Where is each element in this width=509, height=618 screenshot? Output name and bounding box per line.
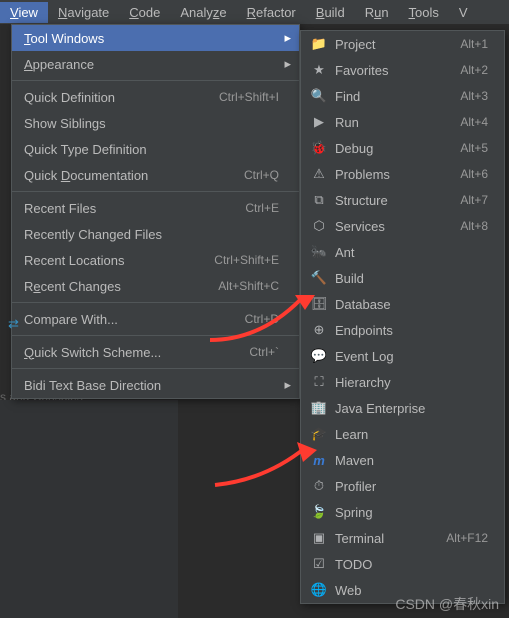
- separator: [12, 368, 299, 369]
- menu-analyze[interactable]: Analyze: [170, 2, 236, 23]
- ant-icon: 🐜: [311, 244, 327, 260]
- chevron-right-icon: ▸: [284, 56, 291, 72]
- menu-item-recent-changes[interactable]: Recent ChangesAlt+Shift+C: [12, 273, 299, 299]
- watermark: CSDN @春秋xin: [395, 594, 499, 614]
- hammer-icon: 🔨: [311, 270, 327, 286]
- menu-item-recently-changed[interactable]: Recently Changed Files: [12, 221, 299, 247]
- tw-structure[interactable]: ⧉StructureAlt+7: [301, 187, 504, 213]
- tool-windows-submenu: 📁ProjectAlt+1 ★FavoritesAlt+2 🔍FindAlt+3…: [300, 30, 505, 604]
- menu-item-tool-windows[interactable]: Tool Windows ▸: [12, 25, 299, 51]
- menu-item-compare-with[interactable]: Compare With...Ctrl+D: [12, 306, 299, 332]
- tw-hierarchy[interactable]: ⛶Hierarchy: [301, 369, 504, 395]
- folder-icon: 📁: [311, 36, 327, 52]
- todo-icon: ☑: [311, 556, 327, 572]
- menu-item-quick-definition[interactable]: Quick DefinitionCtrl+Shift+I: [12, 84, 299, 110]
- menu-v[interactable]: V: [449, 2, 478, 23]
- spring-icon: 🍃: [311, 504, 327, 520]
- menu-item-appearance[interactable]: Appearance ▸: [12, 51, 299, 77]
- compare-glyph-icon: ⇄: [8, 316, 19, 332]
- chat-icon: 💬: [311, 348, 327, 364]
- terminal-icon: ▣: [311, 530, 327, 546]
- menu-item-quick-switch[interactable]: Quick Switch Scheme...Ctrl+`: [12, 339, 299, 365]
- menu-build[interactable]: Build: [306, 2, 355, 23]
- menu-code[interactable]: Code: [119, 2, 170, 23]
- profiler-icon: ⏱: [311, 478, 327, 494]
- separator: [12, 335, 299, 336]
- menubar: View Navigate Code Analyze Refactor Buil…: [0, 0, 509, 24]
- menu-item-quick-type-def[interactable]: Quick Type Definition: [12, 136, 299, 162]
- tw-favorites[interactable]: ★FavoritesAlt+2: [301, 57, 504, 83]
- star-icon: ★: [311, 62, 327, 78]
- menu-tools[interactable]: Tools: [399, 2, 449, 23]
- tw-todo[interactable]: ☑TODO: [301, 551, 504, 577]
- menu-run[interactable]: Run: [355, 2, 399, 23]
- warning-icon: ⚠: [311, 166, 327, 182]
- separator: [12, 191, 299, 192]
- tw-terminal[interactable]: ▣TerminalAlt+F12: [301, 525, 504, 551]
- tw-maven[interactable]: mMaven: [301, 447, 504, 473]
- background-pane: [0, 400, 178, 618]
- learn-icon: 🎓: [311, 426, 327, 442]
- separator: [12, 302, 299, 303]
- tw-database[interactable]: 🗄Database: [301, 291, 504, 317]
- search-icon: 🔍: [311, 88, 327, 104]
- tw-eventlog[interactable]: 💬Event Log: [301, 343, 504, 369]
- menu-item-show-siblings[interactable]: Show Siblings: [12, 110, 299, 136]
- tw-spring[interactable]: 🍃Spring: [301, 499, 504, 525]
- tw-find[interactable]: 🔍FindAlt+3: [301, 83, 504, 109]
- maven-icon: m: [311, 452, 327, 468]
- chevron-right-icon: ▸: [284, 377, 291, 393]
- services-icon: ⬡: [311, 218, 327, 234]
- tw-endpoints[interactable]: ⊕Endpoints: [301, 317, 504, 343]
- endpoints-icon: ⊕: [311, 322, 327, 338]
- tw-build[interactable]: 🔨Build: [301, 265, 504, 291]
- play-icon: ▶: [311, 114, 327, 130]
- tw-ant[interactable]: 🐜Ant: [301, 239, 504, 265]
- menu-refactor[interactable]: Refactor: [237, 2, 306, 23]
- tw-run[interactable]: ▶RunAlt+4: [301, 109, 504, 135]
- enterprise-icon: 🏢: [311, 400, 327, 416]
- globe-icon: 🌐: [311, 582, 327, 598]
- menu-item-bidi[interactable]: Bidi Text Base Direction ▸: [12, 372, 299, 398]
- tree-icon: ⛶: [311, 374, 327, 390]
- tw-learn[interactable]: 🎓Learn: [301, 421, 504, 447]
- tw-services[interactable]: ⬡ServicesAlt+8: [301, 213, 504, 239]
- menu-item-recent-locations[interactable]: Recent LocationsCtrl+Shift+E: [12, 247, 299, 273]
- separator: [12, 80, 299, 81]
- menu-view[interactable]: View: [0, 2, 48, 23]
- tw-javaee[interactable]: 🏢Java Enterprise: [301, 395, 504, 421]
- chevron-right-icon: ▸: [284, 30, 291, 46]
- tw-debug[interactable]: 🐞DebugAlt+5: [301, 135, 504, 161]
- view-dropdown: Tool Windows ▸ Appearance ▸ Quick Defini…: [11, 24, 300, 399]
- database-icon: 🗄: [311, 296, 327, 312]
- structure-icon: ⧉: [311, 192, 327, 208]
- menu-navigate[interactable]: Navigate: [48, 2, 119, 23]
- tw-project[interactable]: 📁ProjectAlt+1: [301, 31, 504, 57]
- tw-problems[interactable]: ⚠ProblemsAlt+6: [301, 161, 504, 187]
- tw-profiler[interactable]: ⏱Profiler: [301, 473, 504, 499]
- menu-item-recent-files[interactable]: Recent FilesCtrl+E: [12, 195, 299, 221]
- menu-item-quick-doc[interactable]: Quick DocumentationCtrl+Q: [12, 162, 299, 188]
- bug-icon: 🐞: [311, 140, 327, 156]
